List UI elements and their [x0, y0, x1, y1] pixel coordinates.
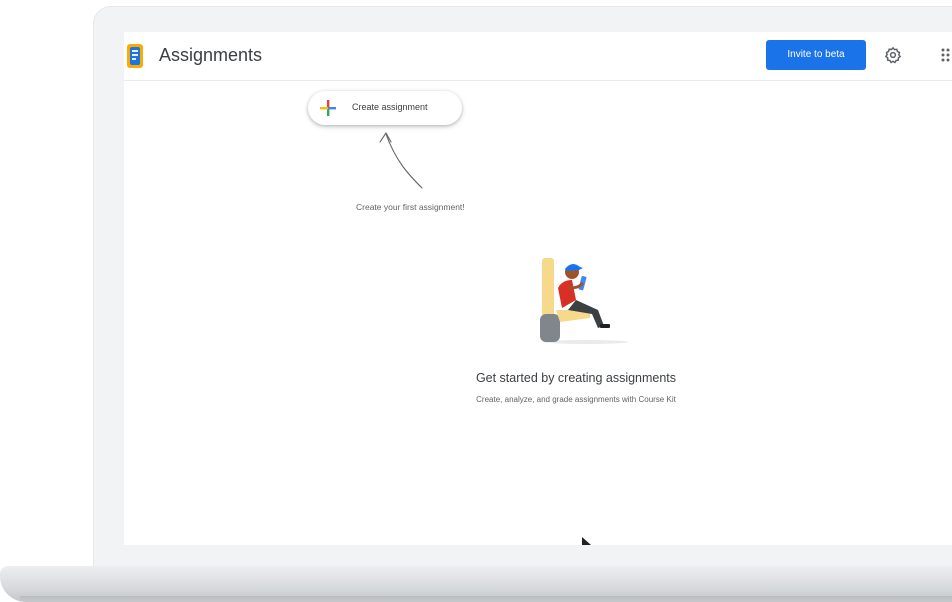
create-assignment-button[interactable]: Create assignment [308, 91, 462, 125]
app-screen: Assignments Invite to beta Create assign… [124, 32, 952, 545]
page-title: Assignments [159, 45, 263, 65]
apps-grid-icon[interactable] [941, 48, 952, 62]
invite-to-beta-button[interactable]: Invite to beta [766, 40, 866, 70]
empty-state-title: Get started by creating assignments [475, 371, 677, 385]
first-assignment-hint: Create your first assignment! [356, 202, 465, 212]
laptop-base-shadow [20, 596, 952, 602]
mouse-cursor-icon [582, 537, 591, 545]
empty-state-subtitle: Create, analyze, and grade assignments w… [476, 395, 676, 404]
multicolor-plus-icon [320, 100, 336, 116]
course-kit-logo-icon [127, 44, 143, 68]
hand-drawn-arrow-icon [379, 132, 423, 189]
gear-icon[interactable] [884, 46, 902, 64]
app-header: Assignments Invite to beta [124, 32, 952, 81]
create-assignment-label: Create assignment [352, 102, 428, 112]
reading-person-illustration [540, 258, 628, 344]
